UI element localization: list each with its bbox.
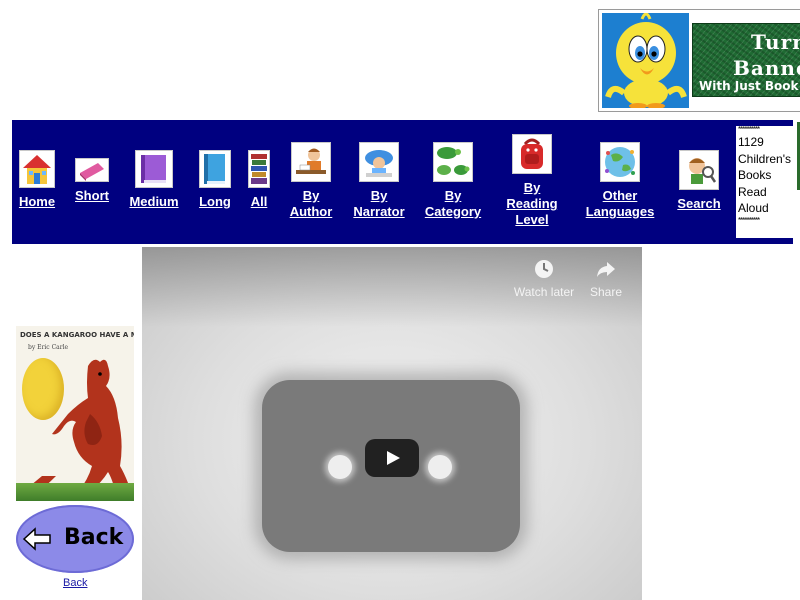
book-count-line3: Books	[738, 168, 772, 182]
grass-strip	[16, 483, 134, 501]
banner-text-panel: Turn Banne With Just Book	[692, 23, 800, 97]
watch-later-button[interactable]: Watch later	[512, 259, 576, 299]
main-nav-bar: Home Short Medium Long All By Author By …	[12, 120, 794, 244]
nav-by-category-label-line2: Category	[424, 204, 482, 219]
globe-people-icon	[600, 142, 640, 182]
nav-other-languages-label-line2: Languages	[585, 204, 655, 219]
nav-long-link[interactable]: Long	[195, 150, 235, 210]
stars-top: **********	[738, 125, 760, 134]
back-arrow-icon	[22, 527, 51, 551]
nav-by-category-label-line1: By	[444, 188, 462, 203]
backpack-icon	[512, 134, 552, 174]
play-button[interactable]	[365, 439, 419, 477]
share-button[interactable]: Share	[574, 259, 638, 299]
nav-long-label: Long	[199, 194, 231, 209]
banner-title-line2: Banne	[733, 56, 800, 80]
back-button-label: Back	[64, 525, 124, 550]
nav-by-reading-level-link[interactable]: By Reading Level	[504, 134, 560, 228]
nav-home-link[interactable]: Home	[16, 150, 58, 210]
tweety-bird-image	[602, 12, 689, 109]
back-button[interactable]: Back	[16, 505, 134, 573]
book-count-line2: Children's	[738, 151, 791, 166]
banner-ad[interactable]: Turn Banne With Just Book	[598, 9, 800, 112]
nav-medium-label: Medium	[129, 194, 179, 209]
magnifier-kid-icon	[679, 150, 719, 190]
nav-by-narrator-label-line1: By	[370, 188, 388, 203]
back-text-link[interactable]: Back	[63, 577, 87, 589]
book-count-panel: ********** 1129 Children's Books Read Al…	[736, 126, 794, 238]
nav-short-label: Short	[75, 188, 109, 203]
thumbnail-left-dot	[328, 455, 352, 479]
nav-by-narrator-label-line2: Narrator	[353, 204, 405, 219]
nav-by-author-label-line1: By	[302, 188, 320, 203]
share-label: Share	[589, 285, 623, 299]
nav-by-author-link[interactable]: By Author	[289, 142, 333, 220]
book-count-number: 1129	[738, 135, 764, 149]
nav-by-category-link[interactable]: By Category	[420, 142, 486, 220]
share-arrow-icon	[597, 262, 615, 277]
nav-all-link[interactable]: All	[246, 150, 272, 210]
nav-other-languages-label-line1: Other	[602, 188, 638, 203]
clock-icon	[535, 260, 553, 278]
nav-search-label: Search	[677, 196, 721, 211]
nav-by-reading-level-label-line1: By	[523, 180, 541, 195]
thumbnail-right-dot	[428, 455, 452, 479]
author-writing-icon	[291, 142, 331, 182]
stars-bottom: **********	[738, 215, 760, 225]
book-count-line4: Read	[738, 184, 767, 199]
blue-book-icon	[199, 150, 231, 188]
banner-subtitle: With Just Book	[699, 79, 799, 93]
watch-later-label: Watch later	[513, 285, 575, 299]
book-cover-image: DOES A KANGAROO HAVE A MOTHER, TOO? by E…	[16, 326, 134, 501]
nav-by-reading-level-label-line3: Level	[515, 212, 549, 227]
nav-search-link[interactable]: Search	[675, 150, 723, 212]
nav-home-label: Home	[18, 194, 56, 209]
house-icon	[19, 150, 55, 188]
nav-by-narrator-link[interactable]: By Narrator	[350, 142, 408, 220]
video-player[interactable]: Watch later Share	[142, 247, 642, 600]
purple-book-icon	[135, 150, 173, 188]
pink-book-icon	[75, 158, 109, 182]
book-stack-icon	[248, 150, 270, 188]
nav-short-link[interactable]: Short	[73, 158, 111, 204]
nav-all-label: All	[250, 194, 268, 209]
book-count-line5: Aloud	[738, 201, 769, 215]
narrator-icon	[359, 142, 399, 182]
nav-by-reading-level-label-line2: Reading	[506, 196, 558, 211]
nav-other-languages-link[interactable]: Other Languages	[582, 142, 658, 220]
banner-title-line1: Turn	[751, 30, 800, 54]
turtles-icon	[433, 142, 473, 182]
kangaroo-illustration	[20, 359, 132, 494]
nav-by-author-label-line2: Author	[289, 204, 333, 219]
nav-medium-link[interactable]: Medium	[128, 150, 180, 210]
